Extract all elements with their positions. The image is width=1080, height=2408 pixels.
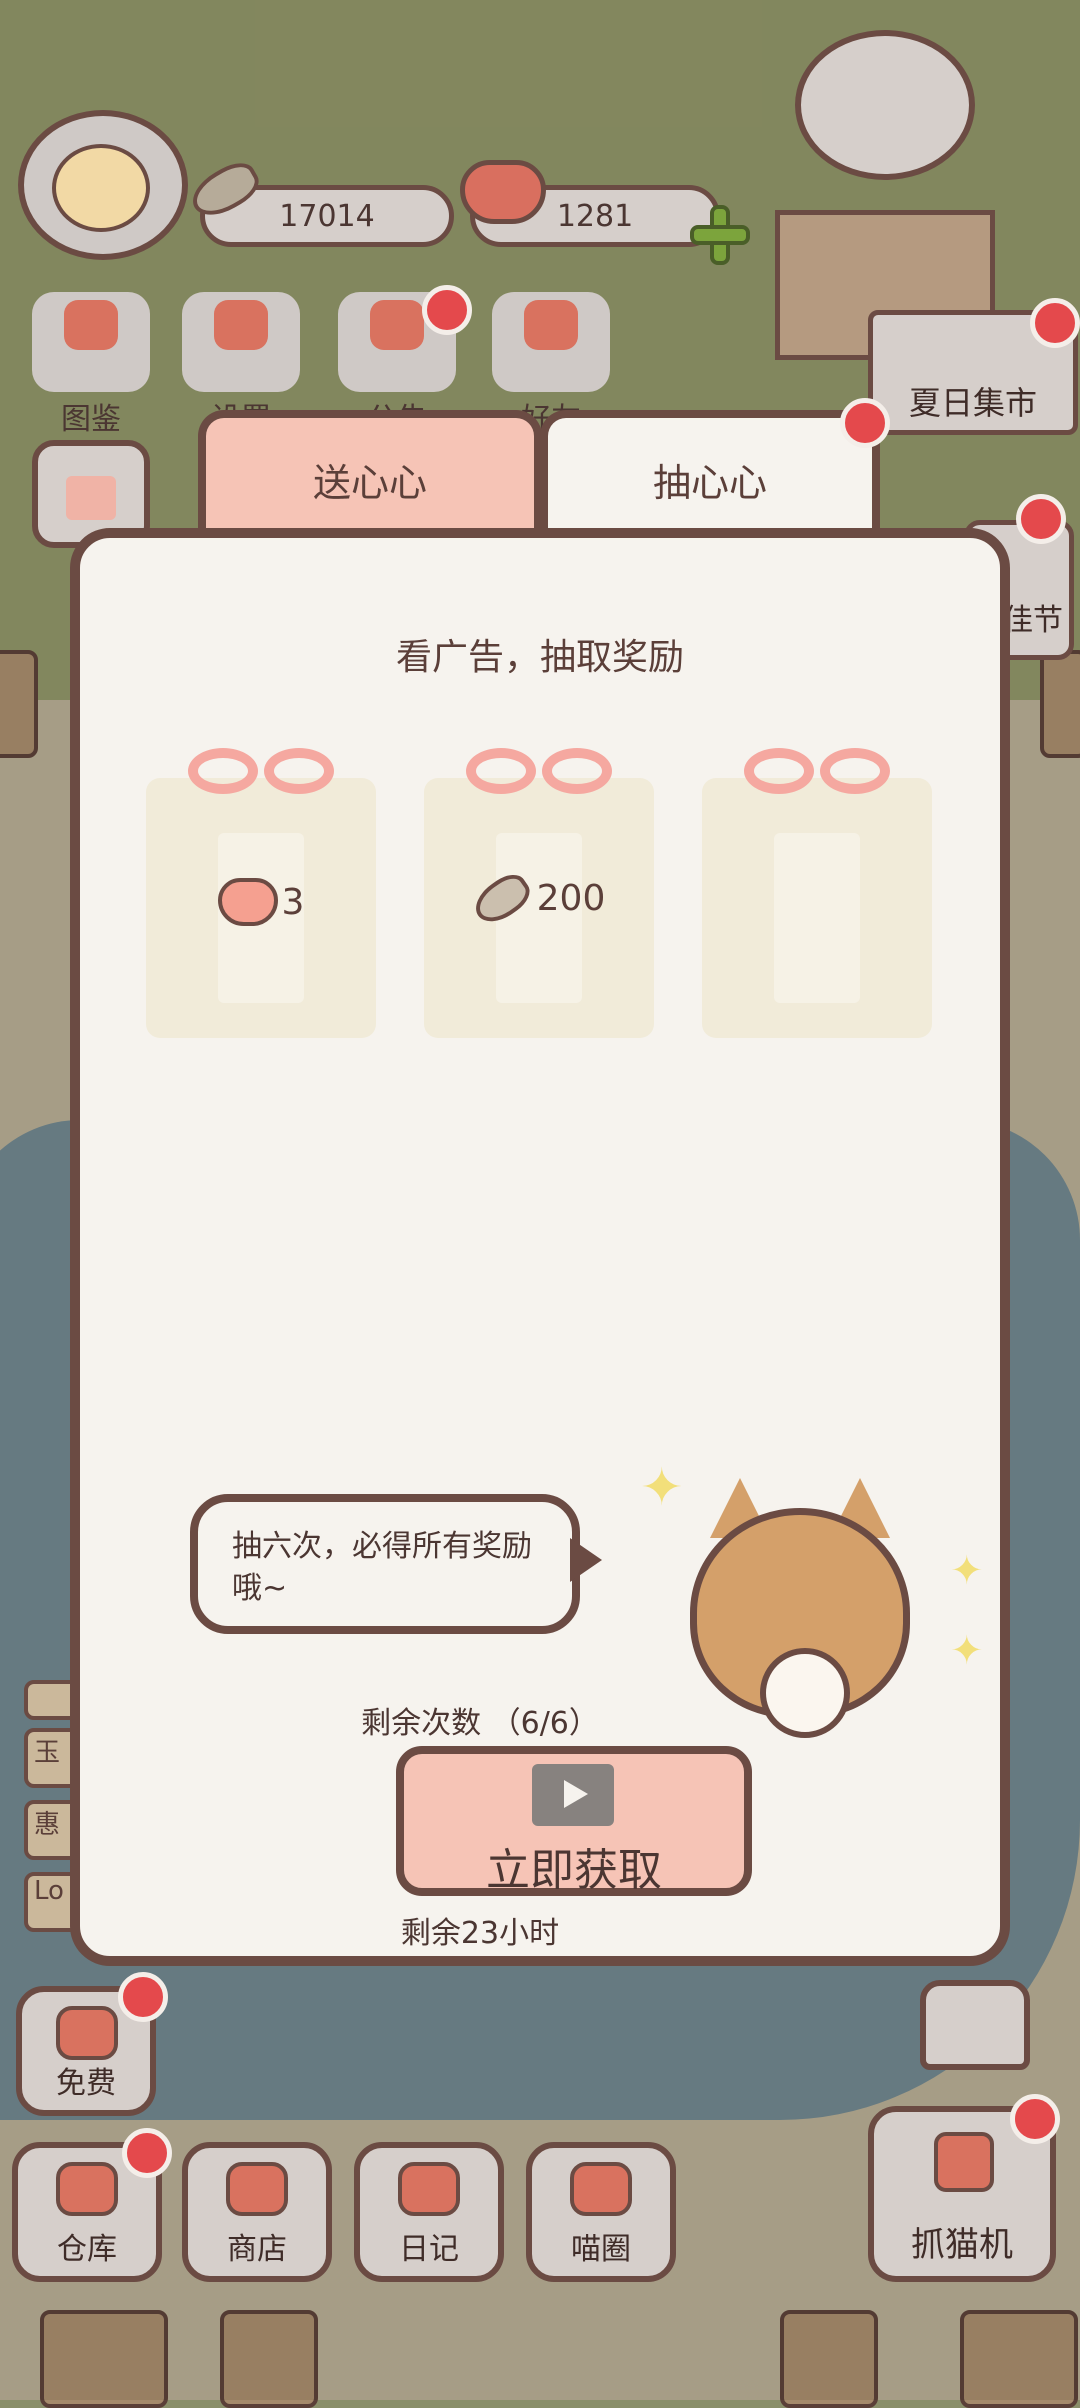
nav-diary[interactable]: 日记 — [354, 2142, 504, 2282]
dialog-subtitle: 看广告，抽取奖励 — [395, 637, 684, 678]
avatar-portrait — [52, 144, 150, 232]
nav-label: 免费 — [56, 2066, 116, 2101]
knot-icon — [466, 748, 612, 798]
tab-draw-hearts[interactable]: 抽心心 — [540, 410, 880, 540]
festival-label: 佳节 — [1003, 603, 1063, 638]
tab-label: 抽心心 — [652, 460, 767, 505]
nav-label: 日记 — [399, 2232, 459, 2267]
nav-label: 商店 — [227, 2232, 287, 2267]
reward-charm[interactable]: 3 — [146, 738, 376, 1038]
diary-icon — [398, 2162, 460, 2216]
friends-icon — [524, 300, 578, 350]
heart-icon — [460, 160, 546, 224]
nav-cat-circle[interactable]: 喵圈 — [526, 2142, 676, 2282]
cat-speech-bubble: 抽六次，必得所有奖励哦~ — [190, 1494, 580, 1634]
claw-icon — [934, 2132, 994, 2192]
gear-icon — [214, 300, 268, 350]
charm-window — [774, 833, 860, 1003]
rice-bowl-icon — [56, 2162, 118, 2216]
shop-icon — [226, 2162, 288, 2216]
tab-send-hearts[interactable]: 送心心 — [198, 410, 542, 540]
speech-tail — [570, 1538, 602, 1582]
reset-timer-label: 剩余23小时 — [400, 1916, 560, 1951]
tab-label: 送心心 — [312, 460, 427, 505]
notification-dot — [840, 398, 890, 448]
claw-label: 抓猫机 — [911, 2225, 1013, 2265]
get-now-label: 立即获取 — [486, 1845, 662, 1896]
notification-dot — [118, 1972, 168, 2022]
dog-speech-bubble-icon[interactable] — [795, 30, 975, 180]
reward-amount: 200 — [536, 878, 606, 919]
knot-icon — [744, 748, 890, 798]
side-tag-label: Lo — [34, 1876, 64, 1906]
side-tag-label: 惠 — [34, 1810, 61, 1840]
menu-item-collection[interactable]: 图鉴 — [32, 292, 150, 437]
cat-book-icon — [64, 300, 118, 350]
get-now-button[interactable]: 立即获取 — [396, 1746, 752, 1896]
heart-icon — [217, 878, 278, 926]
nav-shop[interactable]: 商店 — [182, 2142, 332, 2282]
remaining-count-label: 剩余次数 （6/6） — [361, 1706, 599, 1741]
reward-item: 3 — [146, 878, 376, 926]
knot-icon — [188, 748, 334, 798]
reward-charm[interactable] — [702, 738, 932, 1038]
add-hearts-icon[interactable] — [690, 205, 750, 265]
notification-dot — [1010, 2094, 1060, 2144]
video-icon — [532, 1764, 614, 1826]
sparkle-icon: ✦ — [950, 1548, 984, 1594]
reward-charm[interactable]: 200 — [424, 738, 654, 1038]
nav-label: 喵圈 — [571, 2232, 631, 2267]
fish-count-value: 17014 — [279, 198, 375, 234]
sparkle-icon: ✦ — [640, 1458, 684, 1518]
cat-planet-icon — [570, 2162, 632, 2216]
gift-icon — [370, 300, 424, 350]
sparkle-icon: ✦ — [950, 1628, 984, 1674]
notification-dot — [422, 285, 472, 335]
speech-text: 抽六次，必得所有奖励哦~ — [232, 1529, 532, 1606]
notification-dot — [122, 2128, 172, 2178]
notification-dot — [1030, 298, 1080, 348]
side-tag-label: 玉 — [34, 1738, 61, 1768]
notification-dot — [1016, 494, 1066, 544]
reward-item: 200 — [424, 867, 654, 930]
heart-icon — [56, 2006, 118, 2060]
calendar-icon — [66, 476, 116, 520]
menu-item-label: 图鉴 — [61, 402, 121, 437]
nav-label: 仓库 — [57, 2232, 117, 2267]
heart-count-value: 1281 — [556, 198, 634, 234]
claw-machine-top-icon — [920, 1980, 1030, 2070]
market-label: 夏日集市 — [908, 384, 1037, 422]
reward-amount: 3 — [281, 881, 305, 923]
draw-hearts-dialog: 看广告，抽取奖励 3 200 抽六次，必得所有奖励哦~ ✦ ✦ ✦ 剩余次数 （… — [70, 528, 1010, 1966]
player-avatar[interactable] — [18, 110, 188, 260]
